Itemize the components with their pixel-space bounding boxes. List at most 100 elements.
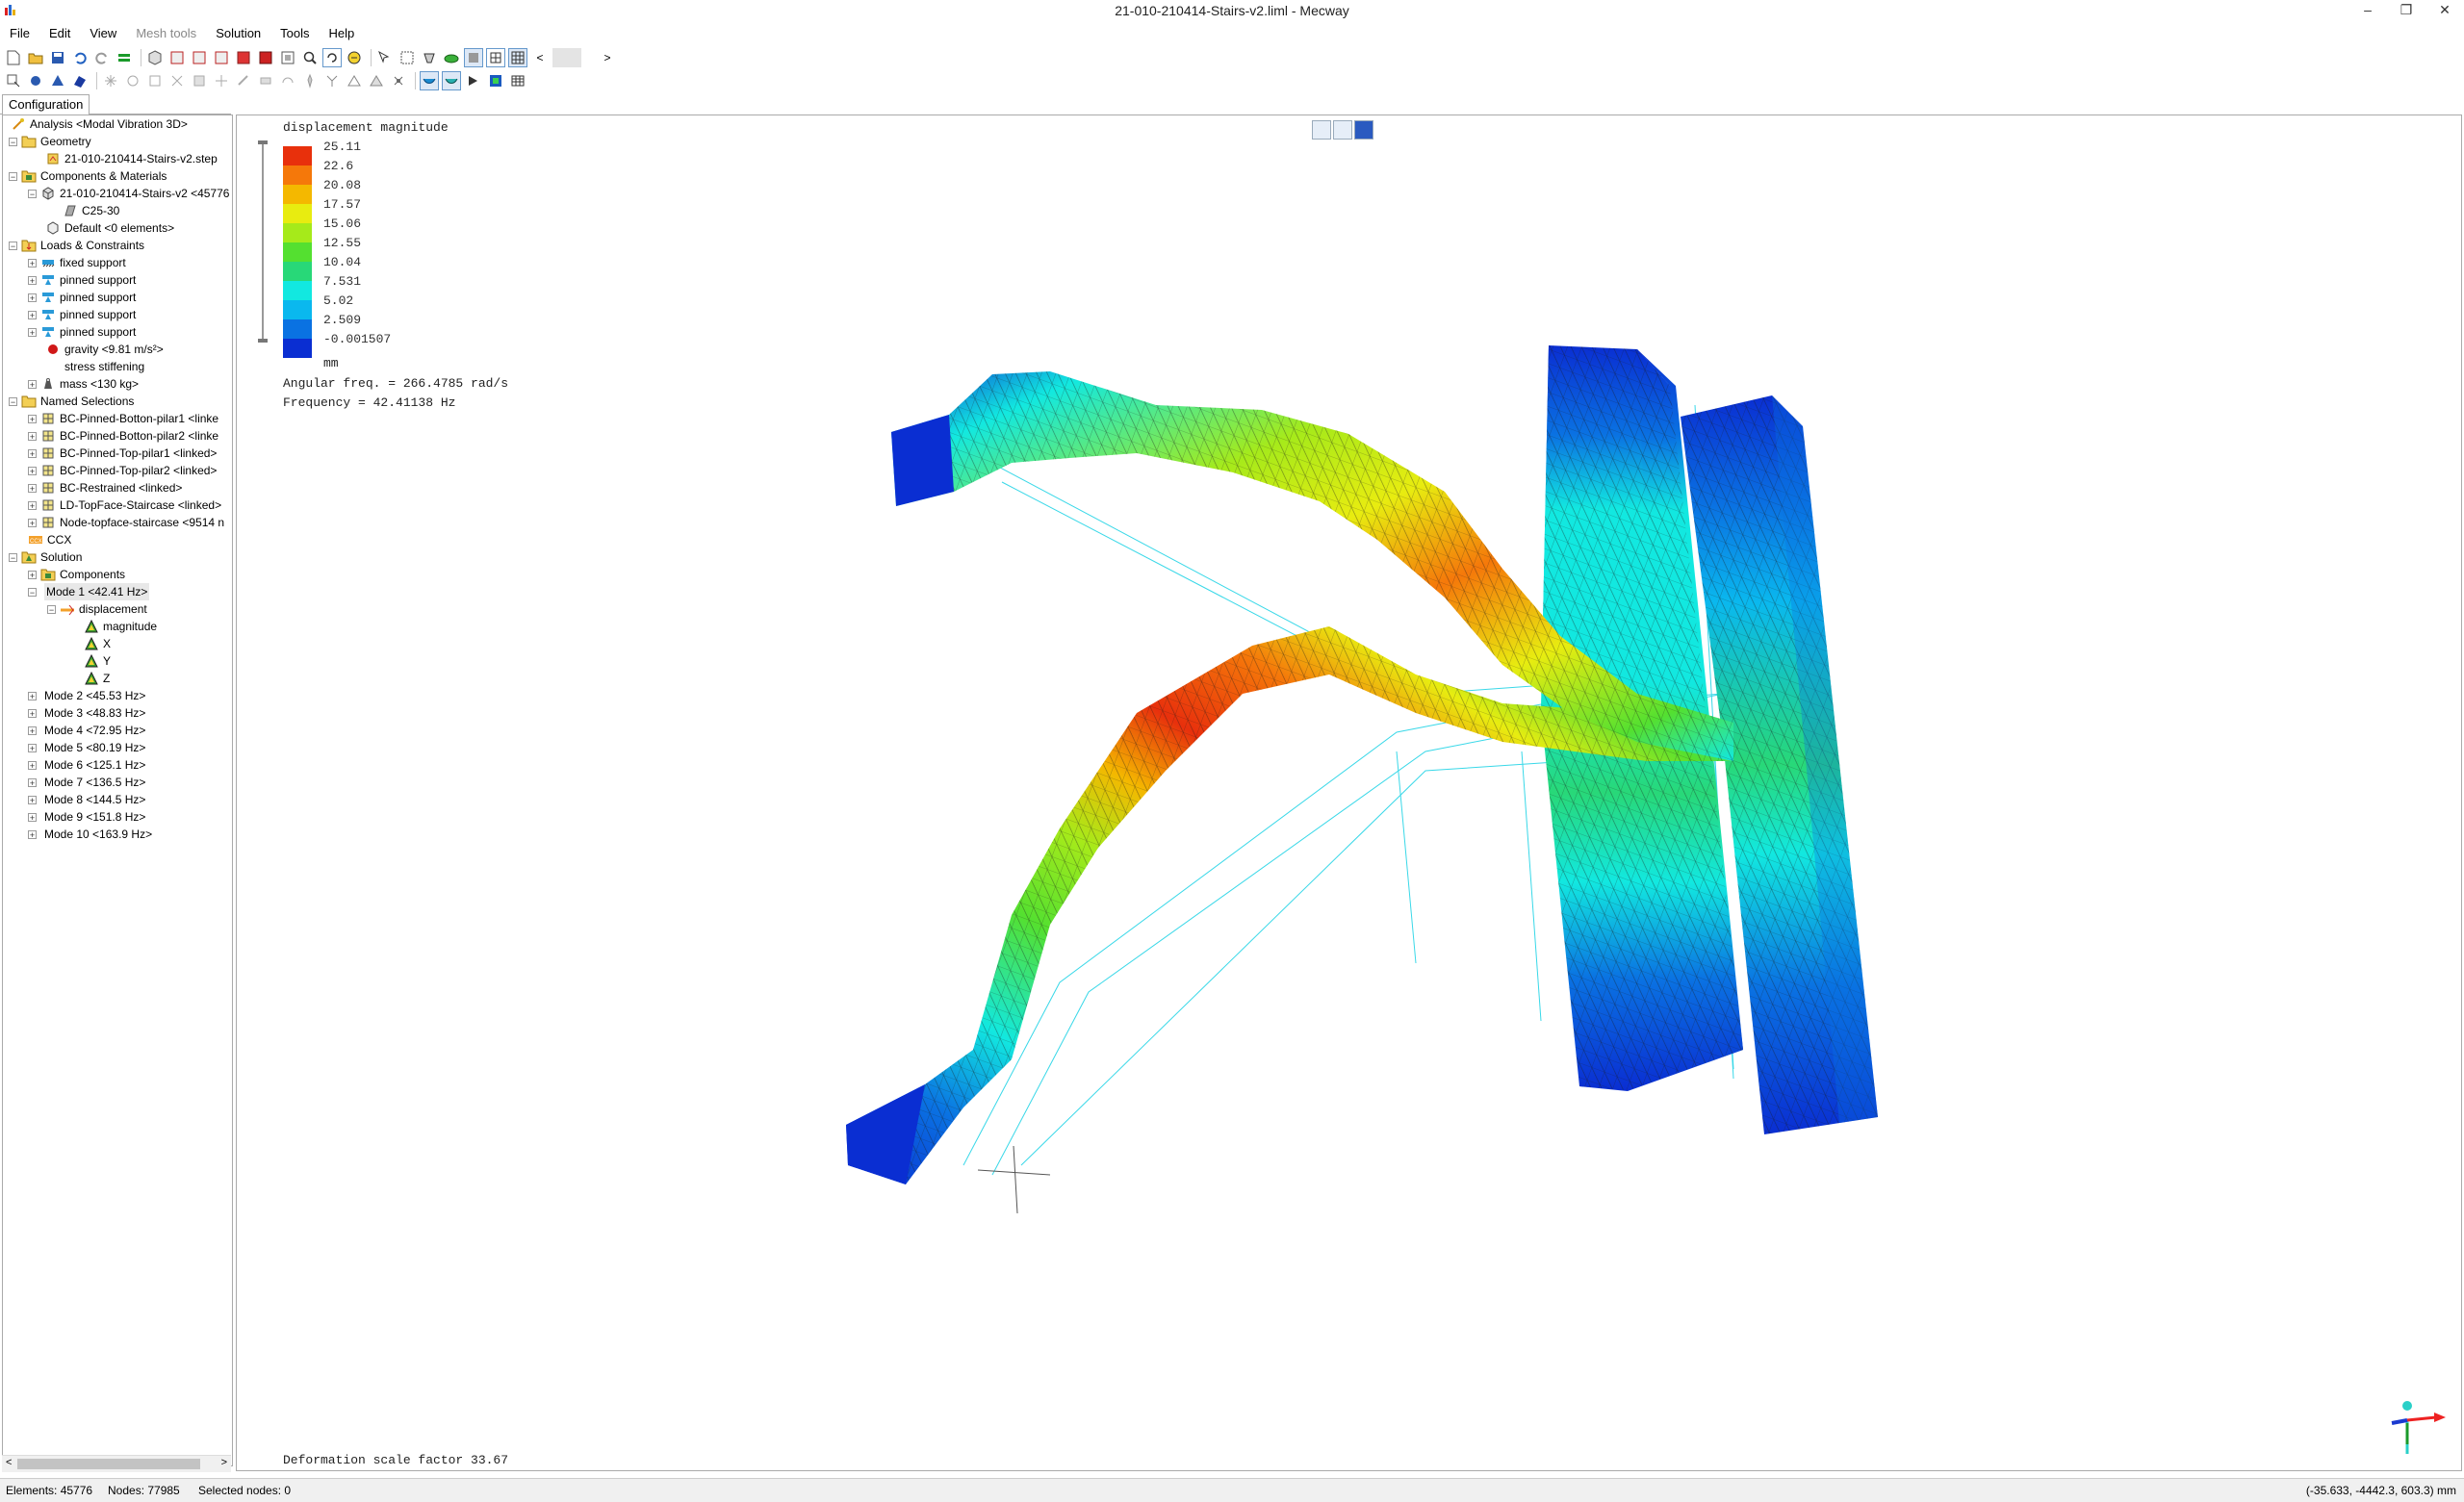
expand-icon[interactable]: + (28, 726, 37, 735)
tree-item-named-selection[interactable]: + BC-Pinned-Botton-pilar2 <linke (28, 427, 218, 445)
tree-item-mode-2[interactable]: + Mode 2 <45.53 Hz> (28, 687, 145, 704)
scrollbar-thumb[interactable] (17, 1459, 200, 1469)
expand-icon[interactable]: + (28, 812, 37, 822)
view-wireframe-button[interactable] (1312, 120, 1331, 140)
redo-icon[interactable] (92, 48, 112, 67)
expand-icon[interactable]: + (28, 829, 37, 839)
result-shading-icon[interactable] (420, 71, 439, 90)
display-mode-icon[interactable] (420, 48, 439, 67)
open-folder-icon[interactable] (26, 48, 45, 67)
palette-icon[interactable] (486, 71, 505, 90)
legend-slider-track[interactable] (262, 142, 264, 341)
pan-icon[interactable] (345, 48, 364, 67)
shaded-view-icon[interactable] (464, 48, 483, 67)
select-icon[interactable] (375, 48, 395, 67)
tree-item-material[interactable]: C25-30 (63, 202, 119, 219)
mesh-tool-3-icon[interactable] (145, 71, 165, 90)
collapse-icon[interactable]: − (47, 604, 56, 614)
tree-item-solution-components[interactable]: + Components (28, 566, 125, 583)
tree-item-component-main[interactable]: − 21-010-210414-Stairs-v2 <45776 (28, 185, 229, 202)
tree-item-mode-6[interactable]: + Mode 6 <125.1 Hz> (28, 756, 145, 774)
tree-item-result-y[interactable]: Y (84, 652, 111, 670)
tree-item-mode-5[interactable]: + Mode 5 <80.19 Hz> (28, 739, 145, 756)
expand-icon[interactable]: + (28, 795, 37, 804)
mesh-tool-7-icon[interactable] (234, 71, 253, 90)
mesh-tool-4-icon[interactable] (167, 71, 187, 90)
zoom-icon[interactable] (300, 48, 320, 67)
mesh-tool-6-icon[interactable] (212, 71, 231, 90)
mesh-tool-12-icon[interactable] (345, 71, 364, 90)
mesh-tool-14-icon[interactable] (389, 71, 408, 90)
mesh-tool-2-icon[interactable] (123, 71, 142, 90)
tree-item-mode-1[interactable]: − Mode 1 <42.41 Hz> (28, 583, 150, 600)
scroll-right-arrow-icon[interactable]: > (221, 1457, 227, 1468)
tree-item-named-selection[interactable]: + BC-Pinned-Botton-pilar1 <linke (28, 410, 218, 427)
tree-item-solution[interactable]: − Solution (9, 548, 82, 566)
view-left-icon[interactable] (212, 48, 231, 67)
element-select-icon[interactable] (48, 71, 67, 90)
collapse-icon[interactable]: − (9, 137, 17, 146)
scroll-left-arrow-icon[interactable]: < (6, 1457, 12, 1468)
tree-item-step-file[interactable]: 21-010-210414-Stairs-v2.step (45, 150, 218, 167)
expand-icon[interactable]: + (28, 275, 37, 285)
expand-icon[interactable]: + (28, 760, 37, 770)
view-top-icon[interactable] (256, 48, 275, 67)
expand-icon[interactable]: + (28, 431, 37, 441)
tree-item-pinned-support[interactable]: + pinned support (28, 289, 136, 306)
expand-icon[interactable]: + (28, 379, 37, 389)
save-icon[interactable] (48, 48, 67, 67)
tree-item-mass[interactable]: + mass <130 kg> (28, 375, 139, 393)
expand-icon[interactable]: + (28, 466, 37, 475)
new-file-icon[interactable] (4, 48, 23, 67)
undo-icon[interactable] (70, 48, 90, 67)
table-icon[interactable] (508, 71, 527, 90)
expand-icon[interactable]: + (28, 310, 37, 319)
close-button[interactable]: ✕ (2426, 0, 2464, 21)
legend-slider-bottom[interactable] (258, 339, 268, 343)
expand-icon[interactable]: + (28, 691, 37, 700)
legend-slider-top[interactable] (258, 140, 268, 144)
tree-item-named-selection[interactable]: + Node-topface-staircase <9514 n (28, 514, 224, 531)
expand-icon[interactable]: + (28, 743, 37, 752)
mesh-select-icon[interactable] (4, 71, 23, 90)
result-contour-icon[interactable] (442, 71, 461, 90)
tree-horizontal-scrollbar[interactable]: < > (2, 1455, 231, 1472)
expand-icon[interactable]: + (28, 483, 37, 493)
mesh-tool-9-icon[interactable] (278, 71, 297, 90)
mesh-tool-8-icon[interactable] (256, 71, 275, 90)
tree-item-mode-10[interactable]: + Mode 10 <163.9 Hz> (28, 826, 152, 843)
tree-item-components-materials[interactable]: − Components & Materials (9, 167, 167, 185)
expand-icon[interactable]: + (28, 570, 37, 579)
view-iso-icon[interactable] (145, 48, 165, 67)
menu-tools[interactable]: Tools (270, 26, 319, 40)
tree-item-named-selection[interactable]: + LD-TopFace-Staircase <linked> (28, 496, 221, 514)
collapse-icon[interactable]: − (28, 189, 37, 198)
tree-item-loads-constraints[interactable]: − Loads & Constraints (9, 237, 144, 254)
menu-help[interactable]: Help (320, 26, 365, 40)
expand-icon[interactable]: + (28, 414, 37, 423)
tree-item-analysis[interactable]: Analysis <Modal Vibration 3D> (11, 115, 188, 133)
view-shaded-button[interactable] (1333, 120, 1352, 140)
tree-item-mode-3[interactable]: + Mode 3 <48.83 Hz> (28, 704, 145, 722)
menu-mesh-tools[interactable]: Mesh tools (126, 26, 206, 40)
tree-item-mode-8[interactable]: + Mode 8 <144.5 Hz> (28, 791, 145, 808)
tree-item-named-selection[interactable]: + BC-Pinned-Top-pilar1 <linked> (28, 445, 217, 462)
minimize-button[interactable]: – (2348, 0, 2387, 21)
mesh-tool-13-icon[interactable] (367, 71, 386, 90)
solve-icon[interactable] (115, 48, 134, 67)
scroll-right-icon[interactable]: > (598, 48, 617, 67)
tree-item-result-x[interactable]: X (84, 635, 111, 652)
expand-icon[interactable]: + (28, 448, 37, 458)
expand-icon[interactable]: + (28, 518, 37, 527)
collapse-icon[interactable]: − (28, 587, 37, 597)
expand-icon[interactable]: + (28, 708, 37, 718)
tree-item-mode-7[interactable]: + Mode 7 <136.5 Hz> (28, 774, 145, 791)
view-front-icon[interactable] (167, 48, 187, 67)
tree-item-mode-9[interactable]: + Mode 9 <151.8 Hz> (28, 808, 145, 826)
menu-view[interactable]: View (80, 26, 126, 40)
mesh-tool-10-icon[interactable] (300, 71, 320, 90)
tab-configuration[interactable]: Configuration (2, 94, 90, 115)
tree-item-named-selection[interactable]: + BC-Restrained <linked> (28, 479, 182, 496)
wireframe-view-icon[interactable] (486, 48, 505, 67)
mesh-tool-1-icon[interactable] (101, 71, 120, 90)
